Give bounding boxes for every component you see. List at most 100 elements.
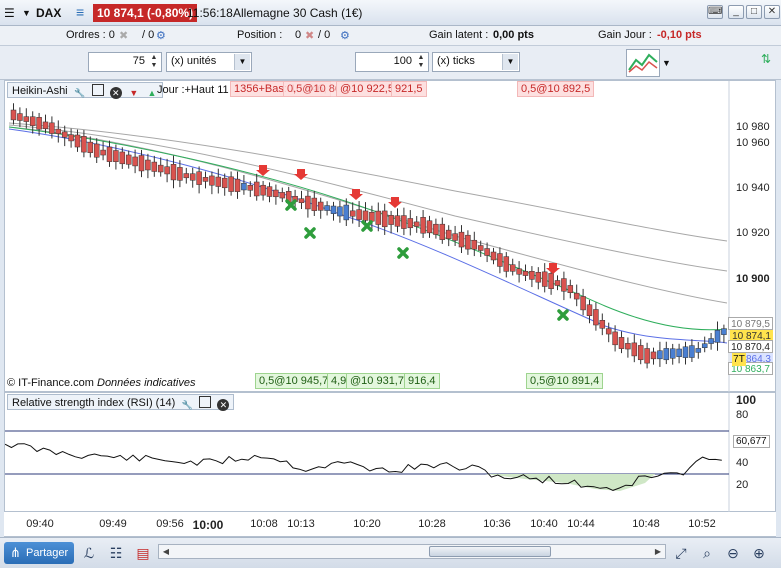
order-label-green-5[interactable]: 0,5@10 891,4 bbox=[526, 373, 604, 389]
stepper-arrows-icon[interactable]: ▲ ▼ bbox=[148, 54, 160, 70]
candle-body bbox=[426, 220, 433, 234]
clock-time: 11:56:18 bbox=[187, 6, 233, 20]
quantity-unit-select[interactable]: (x) unités ▼ bbox=[166, 52, 252, 72]
quantity-stepper[interactable]: 75 ▲ ▼ bbox=[88, 52, 162, 72]
maximize-button[interactable]: □ bbox=[746, 5, 762, 19]
buy-cross-icon bbox=[304, 227, 316, 239]
price-chart-canvas[interactable] bbox=[5, 81, 777, 393]
position-separator: / 0 bbox=[318, 29, 331, 41]
candle-body bbox=[676, 348, 682, 357]
close-icon[interactable]: ✕ bbox=[217, 399, 230, 411]
time-tick: 10:13 bbox=[287, 518, 315, 530]
candle-body bbox=[189, 173, 196, 181]
list-icon[interactable]: ☷ bbox=[107, 544, 125, 562]
share-button[interactable]: ⋔ Partager bbox=[4, 542, 74, 564]
copyright-text: © IT-Finance.com bbox=[7, 377, 94, 389]
candle-body bbox=[93, 143, 100, 158]
minimize-button[interactable]: _ bbox=[728, 5, 744, 19]
scroll-right-icon[interactable]: ▶ bbox=[652, 546, 664, 557]
close-icon[interactable]: ✕ bbox=[109, 87, 122, 99]
chevron-down-icon[interactable]: ▼ bbox=[502, 54, 518, 70]
window-menu-icon[interactable]: ☰ bbox=[4, 6, 15, 20]
candle-body bbox=[260, 184, 266, 196]
wrench-icon[interactable]: 🔧 bbox=[181, 399, 193, 411]
position-close-icon[interactable]: ✖ bbox=[305, 29, 314, 42]
candle-body bbox=[298, 198, 305, 204]
candle-body bbox=[324, 205, 330, 211]
close-button[interactable]: ✕ bbox=[764, 5, 780, 19]
order-label-green-3[interactable]: @10 931,7 bbox=[346, 373, 408, 389]
rsi-canvas[interactable] bbox=[5, 393, 777, 513]
arrow-down-icon[interactable]: ▼ bbox=[128, 87, 140, 99]
orders-cancel-icon[interactable]: ✖ bbox=[119, 29, 128, 42]
candle-body bbox=[484, 248, 490, 256]
time-axis[interactable]: 09:40 09:49 09:56 10:00 10:08 10:13 10:2… bbox=[4, 512, 776, 537]
time-tick: 09:40 bbox=[26, 518, 54, 530]
sell-arrow-icon bbox=[349, 189, 363, 200]
candle-body bbox=[471, 239, 478, 250]
indicator-icon[interactable]: ▤ bbox=[134, 544, 152, 562]
dropdown-chevron-icon[interactable]: ▼ bbox=[22, 8, 31, 18]
chart-style-icon bbox=[628, 53, 658, 73]
candle-body bbox=[196, 171, 202, 185]
ticks-unit-value: (x) ticks bbox=[437, 55, 475, 67]
scroll-left-icon[interactable]: ◀ bbox=[160, 546, 172, 557]
symbol-label[interactable]: DAX bbox=[36, 6, 61, 20]
candle-body bbox=[381, 210, 388, 228]
latent-gain-label: Gain latent : bbox=[429, 29, 489, 41]
ticks-stepper[interactable]: 100 ▲ ▼ bbox=[355, 52, 429, 72]
candle-body bbox=[343, 204, 350, 221]
chevron-down-icon[interactable]: ▼ bbox=[234, 54, 250, 70]
window-icon[interactable] bbox=[199, 396, 212, 408]
scrollbar-thumb[interactable] bbox=[429, 546, 551, 557]
candle-body bbox=[337, 206, 343, 217]
candle-body bbox=[119, 151, 126, 165]
candle-body bbox=[55, 128, 62, 134]
order-label-red-2[interactable]: 921,5 bbox=[391, 81, 427, 97]
ticks-unit-select[interactable]: (x) ticks ▼ bbox=[432, 52, 520, 72]
drawing-tool-icon[interactable]: ℒ bbox=[80, 544, 98, 562]
candle-body bbox=[599, 320, 606, 329]
chevron-down-icon[interactable]: ▼ bbox=[662, 58, 671, 68]
candle-body bbox=[477, 245, 484, 251]
candle-body bbox=[458, 231, 465, 248]
candle-body bbox=[548, 273, 554, 290]
order-label-green-4[interactable]: 916,4 bbox=[404, 373, 440, 389]
orders-settings-icon[interactable]: ⚙ bbox=[156, 29, 166, 42]
zoom-fit-icon[interactable]: ⌕ bbox=[698, 544, 716, 562]
candle-body bbox=[605, 328, 612, 335]
candle-body bbox=[215, 176, 222, 187]
y-tick-label: 10 920 bbox=[736, 227, 770, 239]
window-icon[interactable] bbox=[91, 84, 104, 96]
candle-body bbox=[701, 343, 708, 348]
time-tick: 09:56 bbox=[156, 518, 184, 530]
chart-style-button[interactable] bbox=[626, 49, 660, 77]
candle-body bbox=[113, 150, 119, 162]
order-label-red-1[interactable]: @10 922,5 bbox=[336, 81, 398, 97]
candle-body bbox=[138, 155, 145, 172]
stepper-arrows-icon[interactable]: ▲ ▼ bbox=[415, 54, 427, 70]
candle-body bbox=[663, 348, 670, 361]
price-tag-ma: 10 870,4 bbox=[728, 340, 773, 353]
buy-sell-icon[interactable]: ⇅ bbox=[761, 52, 771, 66]
rsi-panel-header: Relative strength index (RSI) (14) 🔧 ✕ bbox=[7, 394, 235, 411]
info-icon[interactable]: ≡ bbox=[76, 4, 84, 20]
price-chart-panel[interactable]: Heikin-Ashi 🔧 ✕ ▼ ▲ Jour :+Haut 11 1356+… bbox=[4, 80, 777, 393]
position-settings-icon[interactable]: ⚙ bbox=[340, 29, 350, 42]
keyboard-icon[interactable]: ⌨ bbox=[707, 5, 723, 19]
order-label-red-3[interactable]: 0,5@10 892,5 bbox=[517, 81, 595, 97]
wrench-icon[interactable]: 🔧 bbox=[74, 87, 86, 99]
rsi-panel[interactable]: Relative strength index (RSI) (14) 🔧 ✕ 1… bbox=[4, 392, 777, 513]
auto-scroll-icon[interactable]: ⤢ bbox=[672, 544, 690, 562]
order-label-green-1[interactable]: 0,5@10 945,7 bbox=[255, 373, 333, 389]
candle-body bbox=[567, 285, 574, 293]
zoom-in-icon[interactable]: ⊕ bbox=[750, 544, 768, 562]
zoom-out-icon[interactable]: ⊖ bbox=[724, 544, 742, 562]
candle-body bbox=[695, 348, 702, 353]
candle-body bbox=[420, 217, 426, 234]
latent-gain-value: 0,00 pts bbox=[493, 29, 534, 41]
horizontal-scrollbar[interactable]: ◀ ▶ bbox=[158, 544, 666, 559]
order-toolbar: 75 ▲ ▼ (x) unités ▼ 100 ▲ ▼ (x) ticks ▼ ▼ … bbox=[0, 46, 781, 80]
candle-body bbox=[522, 270, 529, 276]
candle-body bbox=[132, 156, 138, 167]
